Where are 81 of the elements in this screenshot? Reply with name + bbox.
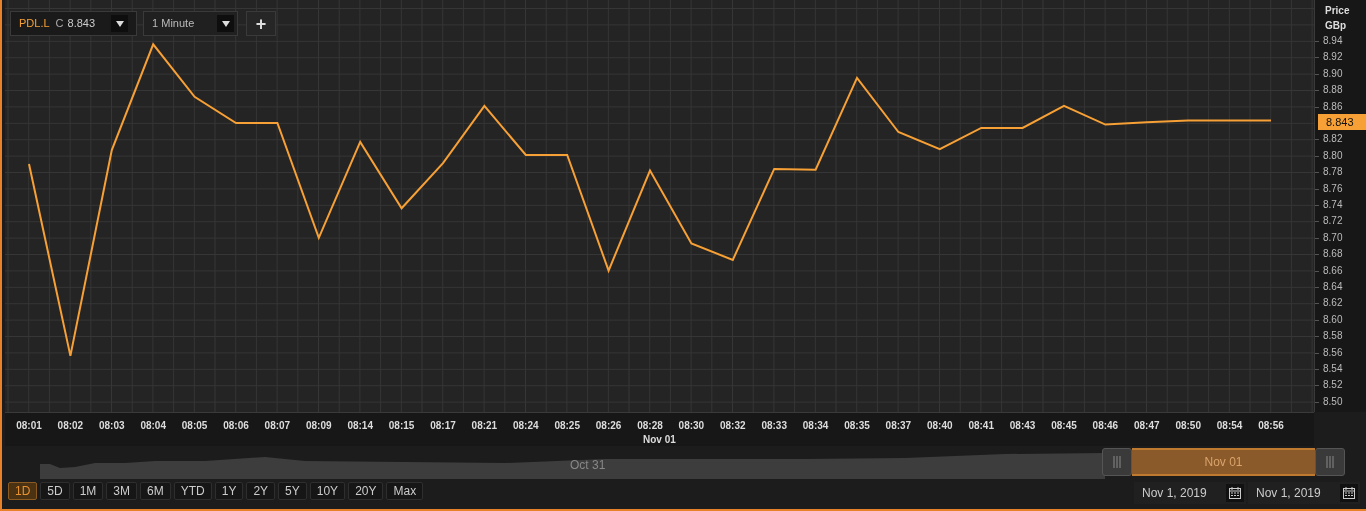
axis-label: 08:03 [98,421,126,431]
date-label: Nov 01 [643,435,676,445]
range-button[interactable]: 10Y [309,482,346,500]
range-button[interactable]: 1Y [214,482,244,500]
axis-label: 08:01 [15,421,43,431]
axis-label: 08:17 [429,421,457,431]
axis-label: 8.76 [1323,183,1343,194]
calendar-icon[interactable] [1340,484,1358,502]
range-handle[interactable] [1315,448,1345,476]
range-button[interactable]: 1M [72,482,104,500]
axis-label: 8.90 [1323,68,1343,79]
axis-label: 08:47 [1133,421,1161,431]
axis-label: 08:33 [760,421,788,431]
axis-label: 08:56 [1257,421,1285,431]
axis-label: 8.70 [1323,232,1343,243]
axis-label: 08:14 [346,421,374,431]
range-button[interactable]: 5D [40,482,70,500]
axis-label: 08:46 [1091,421,1120,431]
axis-label: 8.80 [1323,150,1343,161]
interval-dropdown[interactable]: 1 Minute [143,11,239,36]
range-button[interactable]: Max [386,482,424,500]
add-button[interactable]: + [246,11,277,36]
day-label: Oct 31 [570,457,606,474]
axis-label: 8.64 [1323,282,1343,292]
range-button[interactable]: YTD [173,482,212,500]
axis-label: 08:24 [512,421,540,431]
range-button[interactable]: 6M [140,482,171,500]
axis-label: 08:45 [1050,421,1078,431]
axis-label: 08:15 [387,421,416,431]
end-date-field[interactable]: Nov 1, 2019 [1248,482,1360,504]
caret-icon [115,20,124,27]
range-button[interactable]: 2Y [246,482,276,500]
range-button[interactable]: 3M [106,482,138,500]
axis-label: 8.58 [1323,331,1343,342]
axis-label: 08:41 [967,421,995,431]
axis-label: 08:06 [222,421,250,431]
axis-label: 08:40 [926,421,954,431]
axis-label: 8.78 [1323,167,1343,178]
axis-label: 08:37 [884,421,913,431]
axis-label: 08:28 [636,421,664,431]
axis-label: 8.68 [1323,249,1343,260]
axis-label: 8.74 [1323,200,1343,210]
axis-label: 08:02 [56,421,85,431]
range-button[interactable]: 5Y [278,482,307,500]
axis-label: 08:34 [801,421,830,431]
axis-label: 8.60 [1323,314,1343,325]
start-date-field[interactable]: Nov 1, 2019 [1134,482,1246,504]
range-handle[interactable] [1102,448,1132,476]
axis-unit: GBp [1325,19,1347,33]
axis-label: 8.88 [1323,85,1343,96]
axis-label: 08:30 [677,421,706,431]
axis-label: 8.52 [1323,380,1343,391]
axis-title: Price [1325,4,1350,18]
axis-label: 08:54 [1215,421,1244,431]
axis-label: 8.54 [1323,364,1343,374]
axis-label: 8.50 [1323,396,1343,407]
axis-label: 08:32 [719,421,747,431]
axis-label: 8.62 [1323,298,1343,309]
axis-label: 08:26 [594,421,623,431]
axis-label: 08:05 [180,421,209,431]
axis-label: 8.82 [1323,134,1343,145]
axis-label: 8.94 [1323,36,1343,46]
axis-label: 8.56 [1323,347,1343,358]
calendar-icon[interactable] [1226,484,1244,502]
axis-label: 08:07 [263,421,292,431]
axis-label: 08:09 [305,421,333,431]
axis-label: 08:50 [1174,421,1202,431]
caret-icon [221,20,230,27]
axis-label: 08:43 [1008,421,1037,431]
range-button[interactable]: 20Y [348,482,384,500]
symbol-dropdown[interactable]: PDL.L C 8.843 [10,11,138,36]
axis-label: 8.86 [1323,101,1343,112]
axis-label: 8.92 [1323,52,1343,63]
axis-label: 8.66 [1323,265,1343,276]
axis-label: 8.72 [1323,216,1343,227]
axis-label: 08:35 [843,421,871,431]
range-button[interactable]: 1D [8,482,38,500]
axis-label: 08:25 [553,421,581,431]
price-tag: 8.843 [1318,113,1366,130]
axis-label: 08:04 [139,421,167,431]
axis-label: 08:21 [470,421,499,431]
